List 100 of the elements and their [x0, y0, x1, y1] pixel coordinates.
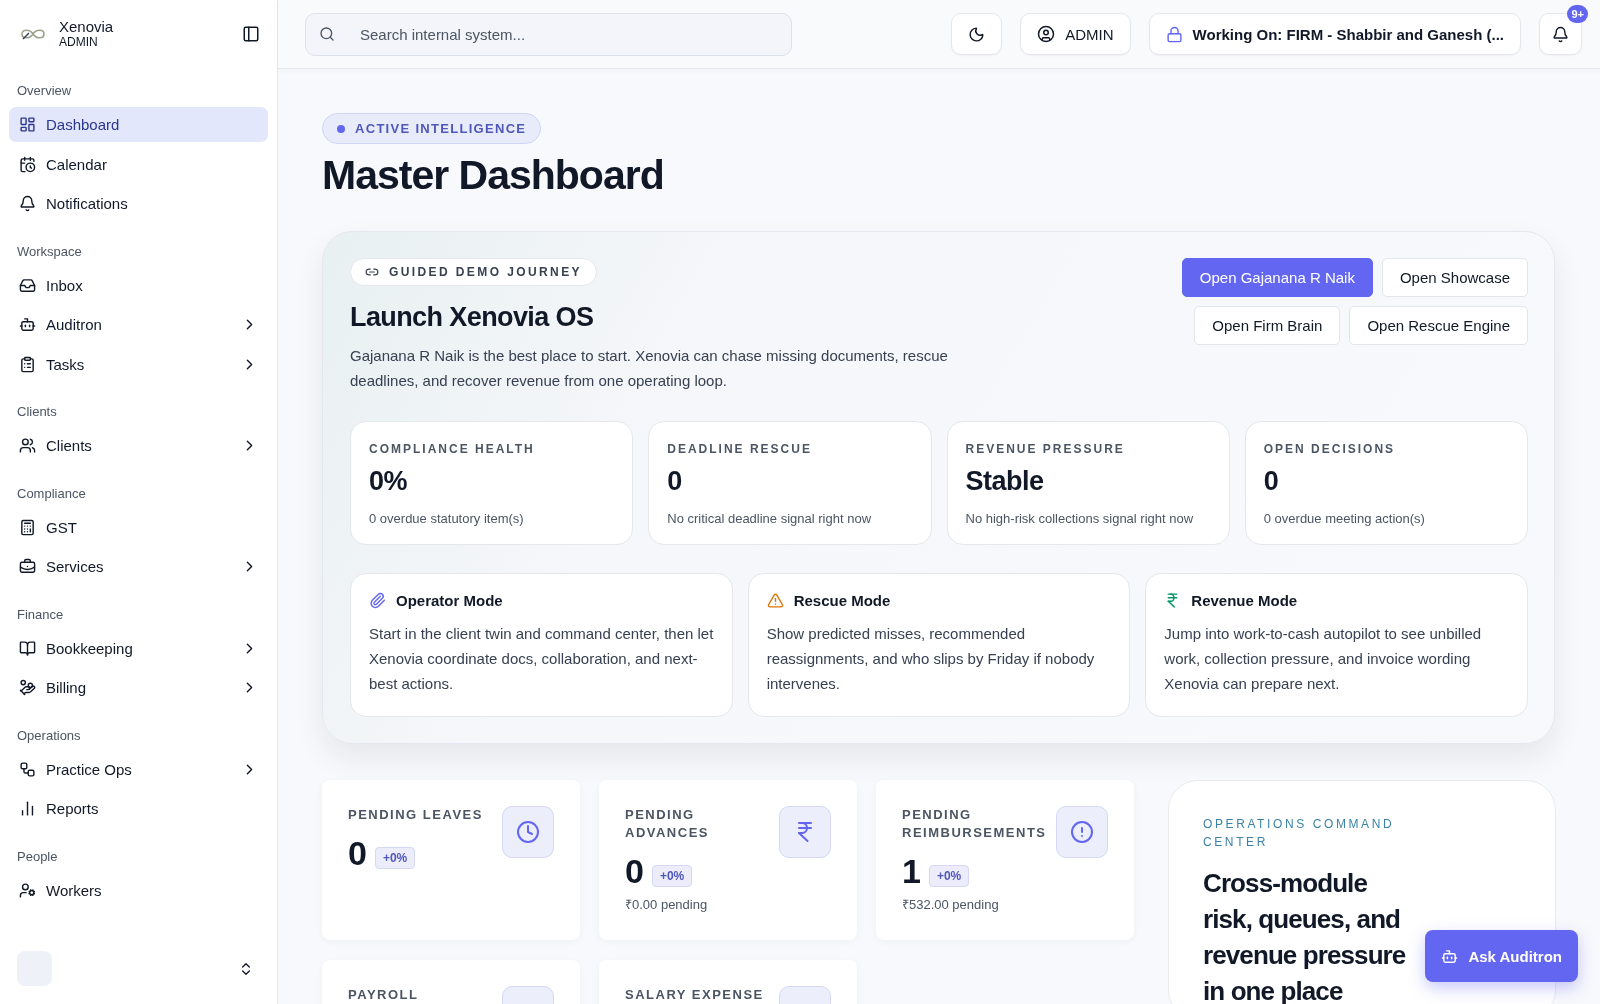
stat-value: 0: [625, 852, 644, 891]
clock-icon: [516, 820, 540, 844]
metric-value: Stable: [965, 466, 1045, 497]
tag-text: GUIDED DEMO JOURNEY: [389, 265, 582, 279]
mode-card[interactable]: Revenue Mode Jump into work-to-cash autopilot to see unbilled work, collection pressure, and invoice wording Xenovia can prepare next.: [1145, 573, 1528, 717]
stat-value: 0: [348, 834, 367, 873]
journey-title: Launch Xenovia OS: [350, 302, 595, 333]
user-gear-icon: [19, 881, 36, 899]
search-field[interactable]: Search internal system...: [305, 12, 792, 56]
notification-badge: 9+: [1567, 5, 1588, 23]
section-title: Workspace: [16, 242, 83, 261]
stat-label: PENDING ADVANCES: [625, 806, 710, 842]
nav-item[interactable]: Services: [9, 549, 268, 584]
briefcase-icon: [19, 558, 36, 575]
status-dot: [337, 124, 345, 133]
nav-label: Dashboard: [46, 116, 121, 133]
metric-label: OPEN DECISIONS: [1263, 442, 1397, 456]
dashboard-icon: [19, 116, 36, 133]
metric-value: 0%: [369, 466, 409, 497]
user-button[interactable]: ADMIN: [1020, 13, 1131, 55]
brand-role: ADMIN: [59, 35, 99, 49]
nav-item[interactable]: Billing: [9, 670, 268, 705]
moon-icon: [968, 25, 986, 43]
brand-name: Xenovia: [59, 18, 115, 35]
operations-eyebrow: OPERATIONS COMMAND CENTER: [1203, 816, 1396, 851]
calculator-icon: [19, 518, 36, 536]
nav-item[interactable]: Calendar: [9, 146, 268, 182]
nav-item[interactable]: Tasks: [9, 346, 268, 382]
mode-card[interactable]: Operator Mode Start in the client twin and command center, then let Xenovia coordinate docs, collaboration, and next-best actions.: [350, 573, 733, 717]
bar-chart-icon: [19, 800, 36, 817]
mode-description: Show predicted misses, recommended reassignments, and who slips by Friday if nobody intervenes.: [766, 624, 1096, 694]
mode-title: Operator Mode: [396, 592, 503, 609]
nav-label: Inbox: [46, 276, 84, 294]
mode-description: Start in the client twin and command center, then let Xenovia coordinate docs, collaboration, and next-best actions.: [369, 624, 714, 694]
section-title: Finance: [16, 605, 65, 624]
lock-icon: [1165, 25, 1183, 43]
user-icon: [1037, 25, 1056, 43]
metric-note: No high-risk collections signal right now: [965, 511, 1195, 526]
section-title: Compliance: [16, 484, 87, 503]
journey-button[interactable]: Open Gajanana R Naik: [1181, 258, 1373, 297]
pill-text: ACTIVE INTELLIGENCE: [355, 121, 527, 136]
nav-item[interactable]: Inbox: [9, 267, 268, 303]
nav-item[interactable]: Practice Ops: [9, 751, 268, 787]
metric-note: 0 overdue statutory item(s): [369, 511, 525, 526]
metric-note: 0 overdue meeting action(s): [1263, 511, 1426, 526]
hand-coins-icon: [19, 679, 36, 696]
nav-item[interactable]: Notifications: [9, 186, 268, 221]
bot-icon: [19, 316, 36, 333]
calendar-icon: [19, 155, 36, 173]
metric-value: 0: [667, 466, 683, 497]
nav-label: Bookkeeping: [46, 639, 134, 657]
mode-title: Rescue Mode: [793, 592, 891, 609]
section-title: Overview: [16, 82, 73, 100]
stat-note: ₹532.00 pending: [902, 896, 1000, 913]
section-title: People: [16, 847, 59, 866]
section-title: Operations: [16, 726, 82, 745]
journey-button[interactable]: Open Showcase: [1381, 258, 1528, 297]
nav-label: Practice Ops: [46, 760, 133, 778]
warning-icon: [766, 592, 784, 609]
metric-label: DEADLINE RESCUE: [667, 442, 813, 456]
alert-icon: [1070, 820, 1094, 844]
workspace-button[interactable]: Working On: FIRM - Shabbir and Ganesh (...: [1148, 13, 1521, 55]
workflow-icon: [19, 760, 36, 778]
metric-note: No critical deadline signal right now: [667, 511, 873, 526]
nav-item[interactable]: Workers: [9, 872, 268, 908]
journey-button[interactable]: Open Firm Brain: [1194, 306, 1341, 345]
stat-label: PAYROLL: [348, 986, 420, 1004]
nav-item[interactable]: Clients: [9, 428, 268, 463]
journey-button[interactable]: Open Rescue Engine: [1349, 306, 1528, 345]
stat-label: PENDING LEAVES: [348, 806, 484, 824]
sidebar-toggle-icon[interactable]: [242, 24, 260, 43]
stat-note: ₹0.00 pending: [625, 896, 709, 913]
nav-item[interactable]: Auditron: [9, 307, 268, 342]
journey-description: Gajanana R Naik is the best place to start. Xenovia can chase missing documents, rescue deadlines, and recover revenue from one operating loop.: [350, 346, 949, 391]
theme-button[interactable]: [951, 13, 1003, 55]
nav-item[interactable]: Dashboard: [9, 107, 268, 142]
page-title: Master Dashboard: [322, 152, 665, 199]
delta-badge: +0%: [374, 846, 416, 869]
nav-label: Clients: [46, 437, 93, 454]
nav-item[interactable]: Bookkeeping: [9, 630, 268, 666]
stat-label: SALARY EXPENSE: [625, 986, 765, 1004]
mode-card[interactable]: Rescue Mode Show predicted misses, recommended reassignments, and who slips by Friday if nobody intervenes.: [747, 573, 1131, 717]
bell-icon: [1552, 25, 1569, 43]
delta-badge: +0%: [928, 864, 970, 887]
metric-value: 0: [1263, 466, 1280, 497]
mode-title: Revenue Mode: [1191, 592, 1298, 609]
bell-icon: [19, 195, 36, 212]
nav-label: Reports: [46, 800, 100, 817]
delta-badge: +0%: [651, 864, 693, 887]
nav-item[interactable]: GST: [9, 509, 268, 545]
logo-icon: [19, 26, 47, 41]
nav-label: Calendar: [46, 155, 108, 173]
metric-label: COMPLIANCE HEALTH: [369, 442, 536, 456]
section-title: Clients: [16, 403, 58, 421]
ask-assistant-button[interactable]: Ask Auditron: [1425, 930, 1578, 982]
mode-description: Jump into work-to-cash autopilot to see unbilled work, collection pressure, and invoice wording Xenovia can prepare next.: [1164, 624, 1483, 694]
nav-label: Auditron: [46, 316, 103, 333]
nav-label: Billing: [46, 679, 88, 696]
inbox-icon: [19, 276, 36, 294]
nav-item[interactable]: Reports: [9, 791, 268, 826]
